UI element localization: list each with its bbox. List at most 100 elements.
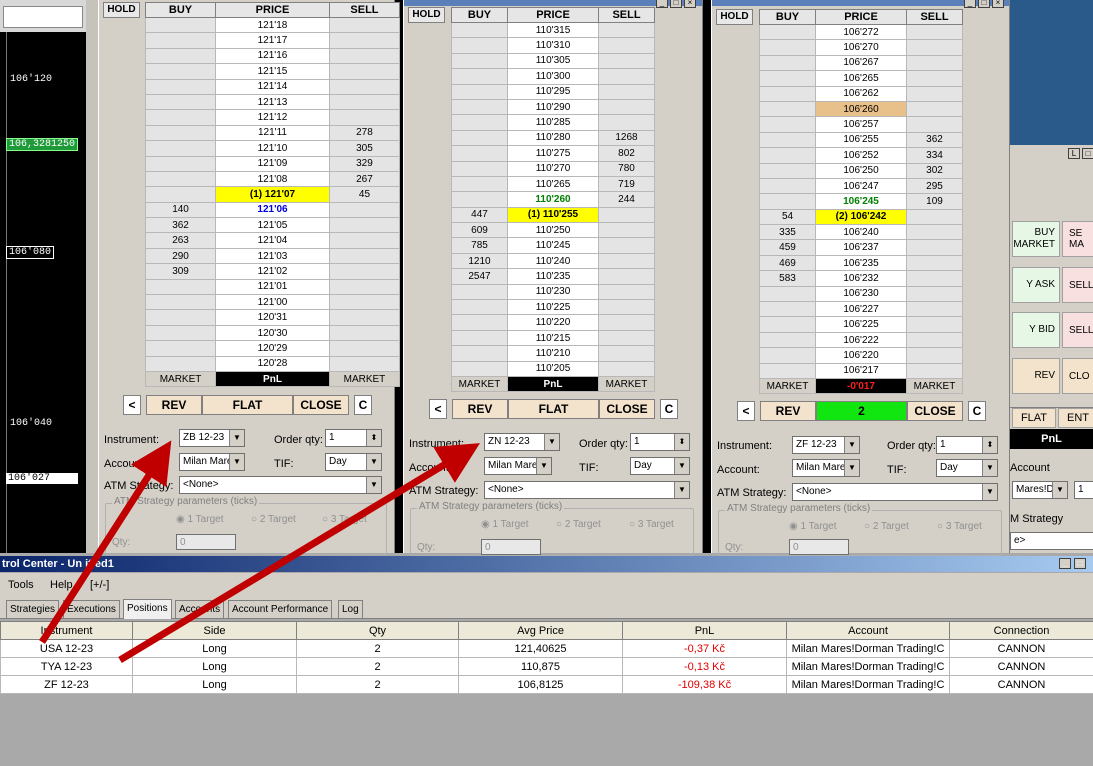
price-cell[interactable]: 110'250: [507, 222, 599, 239]
sell-market-button[interactable]: MARKET: [598, 375, 655, 393]
atm-qty-stepper[interactable]: 0: [789, 539, 849, 555]
ask-cell[interactable]: 802: [598, 145, 655, 162]
ask-cell[interactable]: [906, 23, 963, 41]
price-cell[interactable]: 110'280: [507, 129, 599, 147]
ask-cell[interactable]: [598, 329, 655, 347]
bid-cell[interactable]: [144, 93, 217, 111]
order-qty-stepper[interactable]: 1 ⬍: [325, 429, 382, 447]
bid-cell[interactable]: [144, 16, 217, 34]
price-cell[interactable]: 110'225: [507, 299, 599, 316]
bid-cell[interactable]: [451, 329, 508, 347]
ask-cell[interactable]: [906, 270, 963, 287]
bid-cell[interactable]: [144, 278, 217, 296]
target-2-radio[interactable]: ○ 2 Target: [251, 514, 296, 525]
c-button[interactable]: C: [354, 395, 372, 415]
bid-cell[interactable]: [759, 131, 816, 149]
ask-cell[interactable]: [328, 32, 401, 49]
maximize-icon[interactable]: □: [978, 0, 990, 8]
ask-cell[interactable]: [906, 285, 963, 303]
bid-cell[interactable]: 263: [144, 232, 217, 249]
bid-cell[interactable]: 140: [144, 201, 217, 219]
table-row[interactable]: TYA 12-23 Long 2 110,875 -0,13 Kč Milan Mares…: [0, 657, 1093, 676]
bid-cell[interactable]: [144, 340, 217, 357]
ask-cell[interactable]: [328, 232, 401, 249]
hold-button[interactable]: HOLD: [716, 9, 753, 25]
collapse-button[interactable]: <: [737, 401, 755, 421]
bid-cell[interactable]: [451, 52, 508, 70]
table-row[interactable]: USA 12-23 Long 2 121,40625 -0,37 Kč Milan Mar…: [0, 639, 1093, 658]
bid-cell[interactable]: [144, 155, 217, 172]
ask-cell[interactable]: [598, 299, 655, 316]
price-cell[interactable]: (1) 110'255: [507, 206, 599, 224]
ask-cell[interactable]: [328, 309, 401, 326]
price-cell[interactable]: 110'295: [507, 83, 599, 100]
maximize-icon[interactable]: □: [1074, 558, 1086, 569]
bid-cell[interactable]: [451, 283, 508, 301]
ask-cell[interactable]: [598, 237, 655, 254]
target-1-radio[interactable]: ◉ 1 Target: [481, 519, 528, 530]
ask-cell[interactable]: [328, 294, 401, 311]
column-header[interactable]: Connection: [949, 621, 1093, 640]
price-cell[interactable]: 106'220: [815, 347, 907, 364]
ask-cell[interactable]: [906, 301, 963, 318]
tab-strategies[interactable]: Strategies: [6, 600, 60, 618]
bid-cell[interactable]: [759, 193, 816, 210]
bid-cell[interactable]: 583: [759, 270, 816, 287]
price-cell[interactable]: 121'00: [215, 294, 330, 311]
price-cell[interactable]: 110'285: [507, 114, 599, 131]
price-cell[interactable]: 106'247: [815, 177, 907, 195]
ask-cell[interactable]: 1268: [598, 129, 655, 147]
minimize-icon[interactable]: _: [964, 0, 976, 8]
bid-cell[interactable]: 309: [144, 263, 217, 280]
bid-cell[interactable]: [144, 140, 217, 157]
close-button[interactable]: CLOSE: [293, 395, 349, 415]
collapse-button[interactable]: <: [429, 399, 447, 419]
menu-help[interactable]: Help: [50, 579, 73, 591]
target-2-radio[interactable]: ○ 2 Target: [556, 519, 601, 530]
bid-cell[interactable]: [759, 85, 816, 102]
price-cell[interactable]: 121'06: [215, 201, 330, 219]
bid-cell[interactable]: [759, 177, 816, 195]
ask-cell[interactable]: [906, 39, 963, 56]
ask-cell[interactable]: 278: [328, 124, 401, 142]
price-cell[interactable]: 120'29: [215, 340, 330, 357]
price-cell[interactable]: 106'217: [815, 362, 907, 379]
restore-icon[interactable]: □: [1082, 148, 1093, 159]
price-cell[interactable]: 106'237: [815, 239, 907, 256]
ask-cell[interactable]: [598, 360, 655, 377]
bid-cell[interactable]: 785: [451, 237, 508, 254]
price-cell[interactable]: 121'05: [215, 217, 330, 234]
bid-cell[interactable]: [759, 23, 816, 41]
bid-cell[interactable]: [759, 301, 816, 318]
price-cell[interactable]: 121'16: [215, 47, 330, 65]
price-cell[interactable]: 106'227: [815, 301, 907, 318]
account-select[interactable]: Milan Mare ▼: [792, 459, 860, 477]
price-cell[interactable]: 121'04: [215, 232, 330, 249]
ask-cell[interactable]: 329: [328, 155, 401, 172]
price-cell[interactable]: 110'235: [507, 268, 599, 285]
ask-cell[interactable]: [328, 324, 401, 342]
bid-cell[interactable]: [759, 70, 816, 87]
price-cell[interactable]: 121'02: [215, 263, 330, 280]
bid-cell[interactable]: [451, 299, 508, 316]
maximize-icon[interactable]: □: [670, 0, 682, 8]
tif-select[interactable]: Day ▼: [325, 453, 382, 471]
chart-field[interactable]: [3, 6, 83, 28]
ask-cell[interactable]: [328, 247, 401, 265]
buy-market-button[interactable]: BUY MARKET: [1012, 221, 1060, 257]
price-cell[interactable]: 121'14: [215, 78, 330, 95]
ask-cell[interactable]: [598, 345, 655, 362]
buy-ask-button[interactable]: Y ASK: [1012, 267, 1060, 303]
price-cell[interactable]: 106'260: [815, 100, 907, 118]
ask-cell[interactable]: [598, 83, 655, 100]
bid-cell[interactable]: 54: [759, 208, 816, 226]
order-qty-stepper[interactable]: 1 ⬍: [936, 436, 998, 454]
ask-cell[interactable]: 302: [906, 162, 963, 179]
menu-expand[interactable]: [+/-]: [90, 579, 109, 591]
ask-cell[interactable]: 334: [906, 147, 963, 164]
price-cell[interactable]: 121'15: [215, 63, 330, 80]
bid-cell[interactable]: [451, 345, 508, 362]
bid-cell[interactable]: [451, 83, 508, 100]
minimize-icon[interactable]: _: [1059, 558, 1071, 569]
ask-cell[interactable]: [598, 21, 655, 39]
